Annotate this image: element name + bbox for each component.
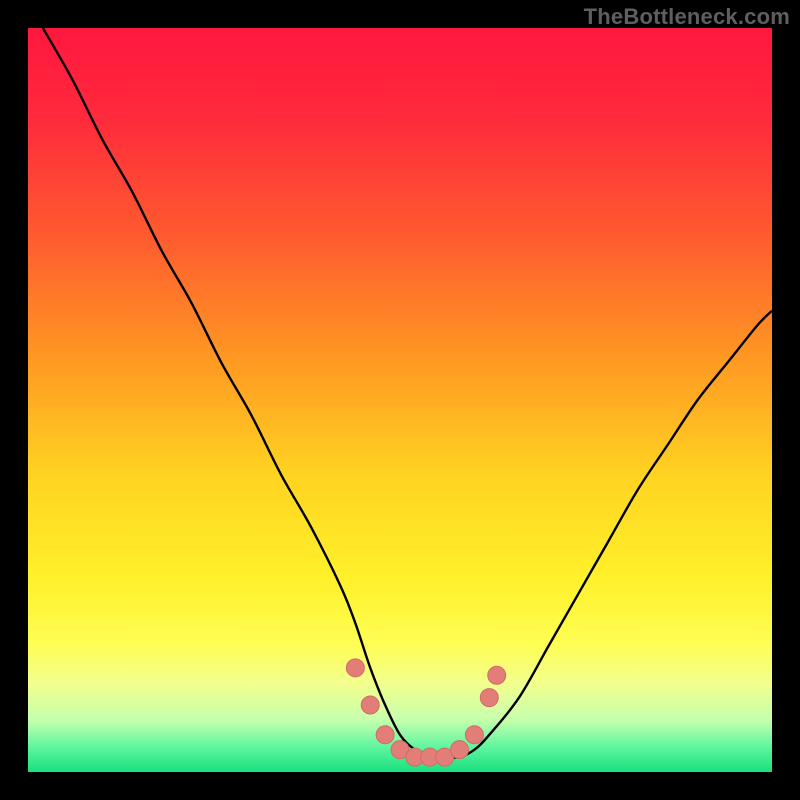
marker-point [480, 689, 498, 707]
marker-point [346, 659, 364, 677]
marker-point [376, 726, 394, 744]
marker-point [465, 726, 483, 744]
gradient-background [28, 28, 772, 772]
marker-point [451, 741, 469, 759]
marker-point [488, 666, 506, 684]
plot-area [28, 28, 772, 772]
outer-frame: TheBottleneck.com [0, 0, 800, 800]
marker-point [361, 696, 379, 714]
bottleneck-chart [28, 28, 772, 772]
watermark-text: TheBottleneck.com [584, 4, 790, 30]
